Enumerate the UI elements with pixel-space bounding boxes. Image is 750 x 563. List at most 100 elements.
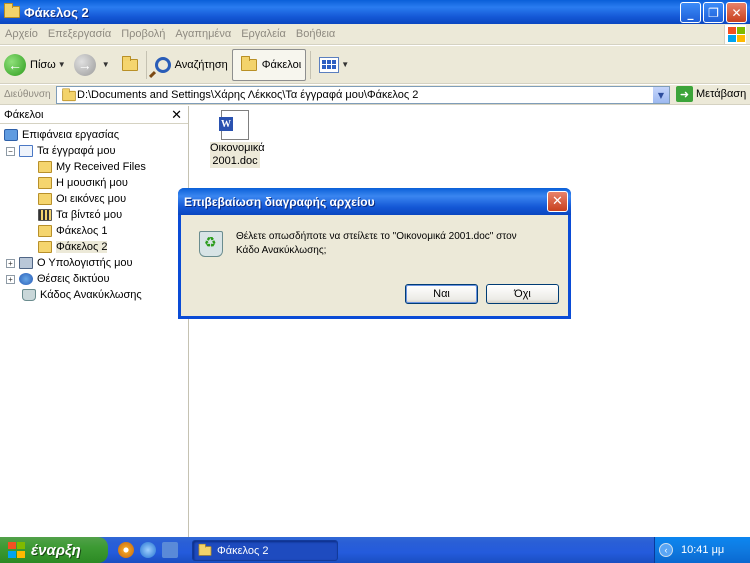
tree-item-label: Τα έγγραφά μου <box>37 145 116 157</box>
maximize-button[interactable]: ❐ <box>703 2 724 23</box>
menu-favorites[interactable]: Αγαπημένα <box>170 28 236 40</box>
address-bar: Διεύθυνση D:\Documents and Settings\Χάρη… <box>0 85 750 105</box>
tree-item-label: Οι εικόνες μου <box>56 193 127 205</box>
tree-item-label: Κάδος Ανακύκλωσης <box>40 289 142 301</box>
tray-expand-icon[interactable]: ‹ <box>659 543 673 557</box>
quick-launch <box>118 542 178 558</box>
menu-file[interactable]: Αρχείο <box>0 28 43 40</box>
forward-button[interactable]: → ▼ <box>70 49 114 81</box>
expand-icon[interactable]: + <box>6 274 15 284</box>
internet-explorer-icon[interactable] <box>140 542 156 558</box>
minimize-button[interactable]: _ <box>680 2 701 23</box>
back-label: Πίσω <box>30 58 56 71</box>
address-folder-icon <box>62 88 76 102</box>
folders-icon <box>240 55 257 71</box>
tree-item-label: Η μουσική μου <box>56 177 128 189</box>
show-desktop-icon[interactable] <box>162 542 178 558</box>
folder-icon <box>4 3 20 18</box>
taskbar-window-label: Φάκελος 2 <box>217 544 269 557</box>
dialog-message-line1: Θέλετε οπωσδήποτε να στείλετε το "Οικονο… <box>236 231 517 242</box>
address-label: Διεύθυνση <box>4 89 51 100</box>
windows-flag-icon <box>8 542 26 558</box>
file-name-line1: Οικονομικά <box>210 142 265 154</box>
expand-icon[interactable]: + <box>6 258 15 268</box>
address-input[interactable]: D:\Documents and Settings\Χάρης Λέκκος\Τ… <box>56 86 670 104</box>
tree-item-recycle-bin[interactable]: Κάδος Ανακύκλωσης <box>22 287 142 303</box>
network-places-icon <box>19 273 33 285</box>
toolbar-separator <box>145 50 147 79</box>
folder-icon <box>38 161 52 173</box>
tree-item-my-music[interactable]: Η μουσική μου <box>38 175 128 191</box>
tree-item-label: My Received Files <box>56 161 146 173</box>
search-icon <box>154 56 171 73</box>
windows-logo-icon <box>724 25 746 44</box>
no-button[interactable]: Όχι <box>486 284 559 304</box>
dialog-message-line2: Κάδο Ανακύκλωσης; <box>236 245 327 256</box>
views-icon <box>319 56 340 73</box>
window-title: Φάκελος 2 <box>24 4 89 20</box>
folder-icon <box>198 543 212 556</box>
back-dropdown-icon[interactable]: ▼ <box>58 60 66 69</box>
tree-item-folder-2[interactable]: Φάκελος 2 <box>38 239 108 255</box>
go-button[interactable]: ➜ Μετάβαση <box>676 86 746 102</box>
my-computer-icon <box>19 257 33 269</box>
file-item[interactable]: W Οικονομικά 2001.doc <box>210 110 265 168</box>
views-dropdown-icon: ▼ <box>341 60 350 69</box>
views-button[interactable]: ▼ <box>315 49 353 81</box>
tree-item-label: Τα βίντεό μου <box>56 209 123 221</box>
menu-edit[interactable]: Επεξεργασία <box>43 28 116 40</box>
tree-item-received-files[interactable]: My Received Files <box>38 159 146 175</box>
up-folder-button[interactable] <box>114 49 142 81</box>
forward-dropdown-icon[interactable]: ▼ <box>102 60 110 69</box>
go-arrow-icon: ➜ <box>676 86 693 102</box>
menu-bar: Αρχείο Επεξεργασία Προβολή Αγαπημένα Εργ… <box>0 24 750 45</box>
taskbar: έναρξη Φάκελος 2 EN ‹ 10:41 μμ <box>0 537 750 563</box>
system-tray: ‹ 10:41 μμ <box>654 537 750 563</box>
dialog-titlebar[interactable]: Επιβεβαίωση διαγραφής αρχείου ✕ <box>178 188 571 215</box>
collapse-icon[interactable]: − <box>6 146 15 156</box>
taskbar-window-button[interactable]: Φάκελος 2 <box>192 540 338 561</box>
tree-item-network-places[interactable]: + Θέσεις δικτύου <box>6 271 110 287</box>
media-player-icon[interactable] <box>118 542 134 558</box>
window-titlebar[interactable]: Φάκελος 2 _ ❐ ✕ <box>0 0 750 24</box>
file-name-line2: 2001.doc <box>212 155 258 167</box>
tree-item-my-computer[interactable]: + Ο Υπολογιστής μου <box>6 255 133 271</box>
folders-button[interactable]: Φάκελοι <box>231 48 307 81</box>
tree-item-label: Ο Υπολογιστής μου <box>37 257 133 269</box>
toolbar: ← Πίσω ▼ → ▼ Αναζήτηση Φάκελοι ▼ <box>0 46 750 84</box>
back-arrow-icon: ← <box>4 53 26 76</box>
folder-open-icon <box>38 241 52 253</box>
file-list-pane[interactable]: W Οικονομικά 2001.doc <box>190 106 750 537</box>
menu-tools[interactable]: Εργαλεία <box>236 28 291 40</box>
folder-icon <box>38 225 52 237</box>
start-label: έναρξη <box>31 541 81 559</box>
tree-item-my-pictures[interactable]: Οι εικόνες μου <box>38 191 126 207</box>
recycle-bin-icon <box>199 231 223 257</box>
dialog-title: Επιβεβαίωση διαγραφής αρχείου <box>184 194 375 209</box>
search-label: Αναζήτηση <box>174 58 228 71</box>
tree-item-label: Θέσεις δικτύου <box>37 273 110 285</box>
pictures-folder-icon <box>38 193 52 205</box>
address-dropdown-icon[interactable]: ▼ <box>653 87 669 103</box>
recycle-bin-icon <box>22 289 36 301</box>
clock: 10:41 μμ <box>681 544 725 556</box>
close-button[interactable]: ✕ <box>726 2 747 23</box>
word-document-icon: W <box>219 110 249 140</box>
close-pane-icon[interactable]: ✕ <box>171 107 182 123</box>
tree-item-my-videos[interactable]: Τα βίντεό μου <box>38 207 122 223</box>
back-button[interactable]: ← Πίσω ▼ <box>0 49 70 81</box>
start-button[interactable]: έναρξη <box>0 537 108 563</box>
menu-view[interactable]: Προβολή <box>116 28 170 40</box>
window-controls: _ ❐ ✕ <box>680 2 747 23</box>
tree-item-my-documents[interactable]: − Τα έγγραφά μου <box>6 143 115 159</box>
yes-button[interactable]: Ναι <box>405 284 478 304</box>
folders-pane-title: Φάκελοι <box>4 108 44 121</box>
tree-item-desktop[interactable]: Επιφάνεια εργασίας <box>4 127 119 143</box>
menu-help[interactable]: Βοήθεια <box>291 28 340 40</box>
search-button[interactable]: Αναζήτηση <box>151 49 232 81</box>
up-folder-icon <box>121 55 138 71</box>
dialog-close-button[interactable]: ✕ <box>547 191 568 212</box>
tree-item-label: Φάκελος 1 <box>56 225 108 237</box>
tree-item-folder-1[interactable]: Φάκελος 1 <box>38 223 107 239</box>
go-label: Μετάβαση <box>696 88 747 100</box>
